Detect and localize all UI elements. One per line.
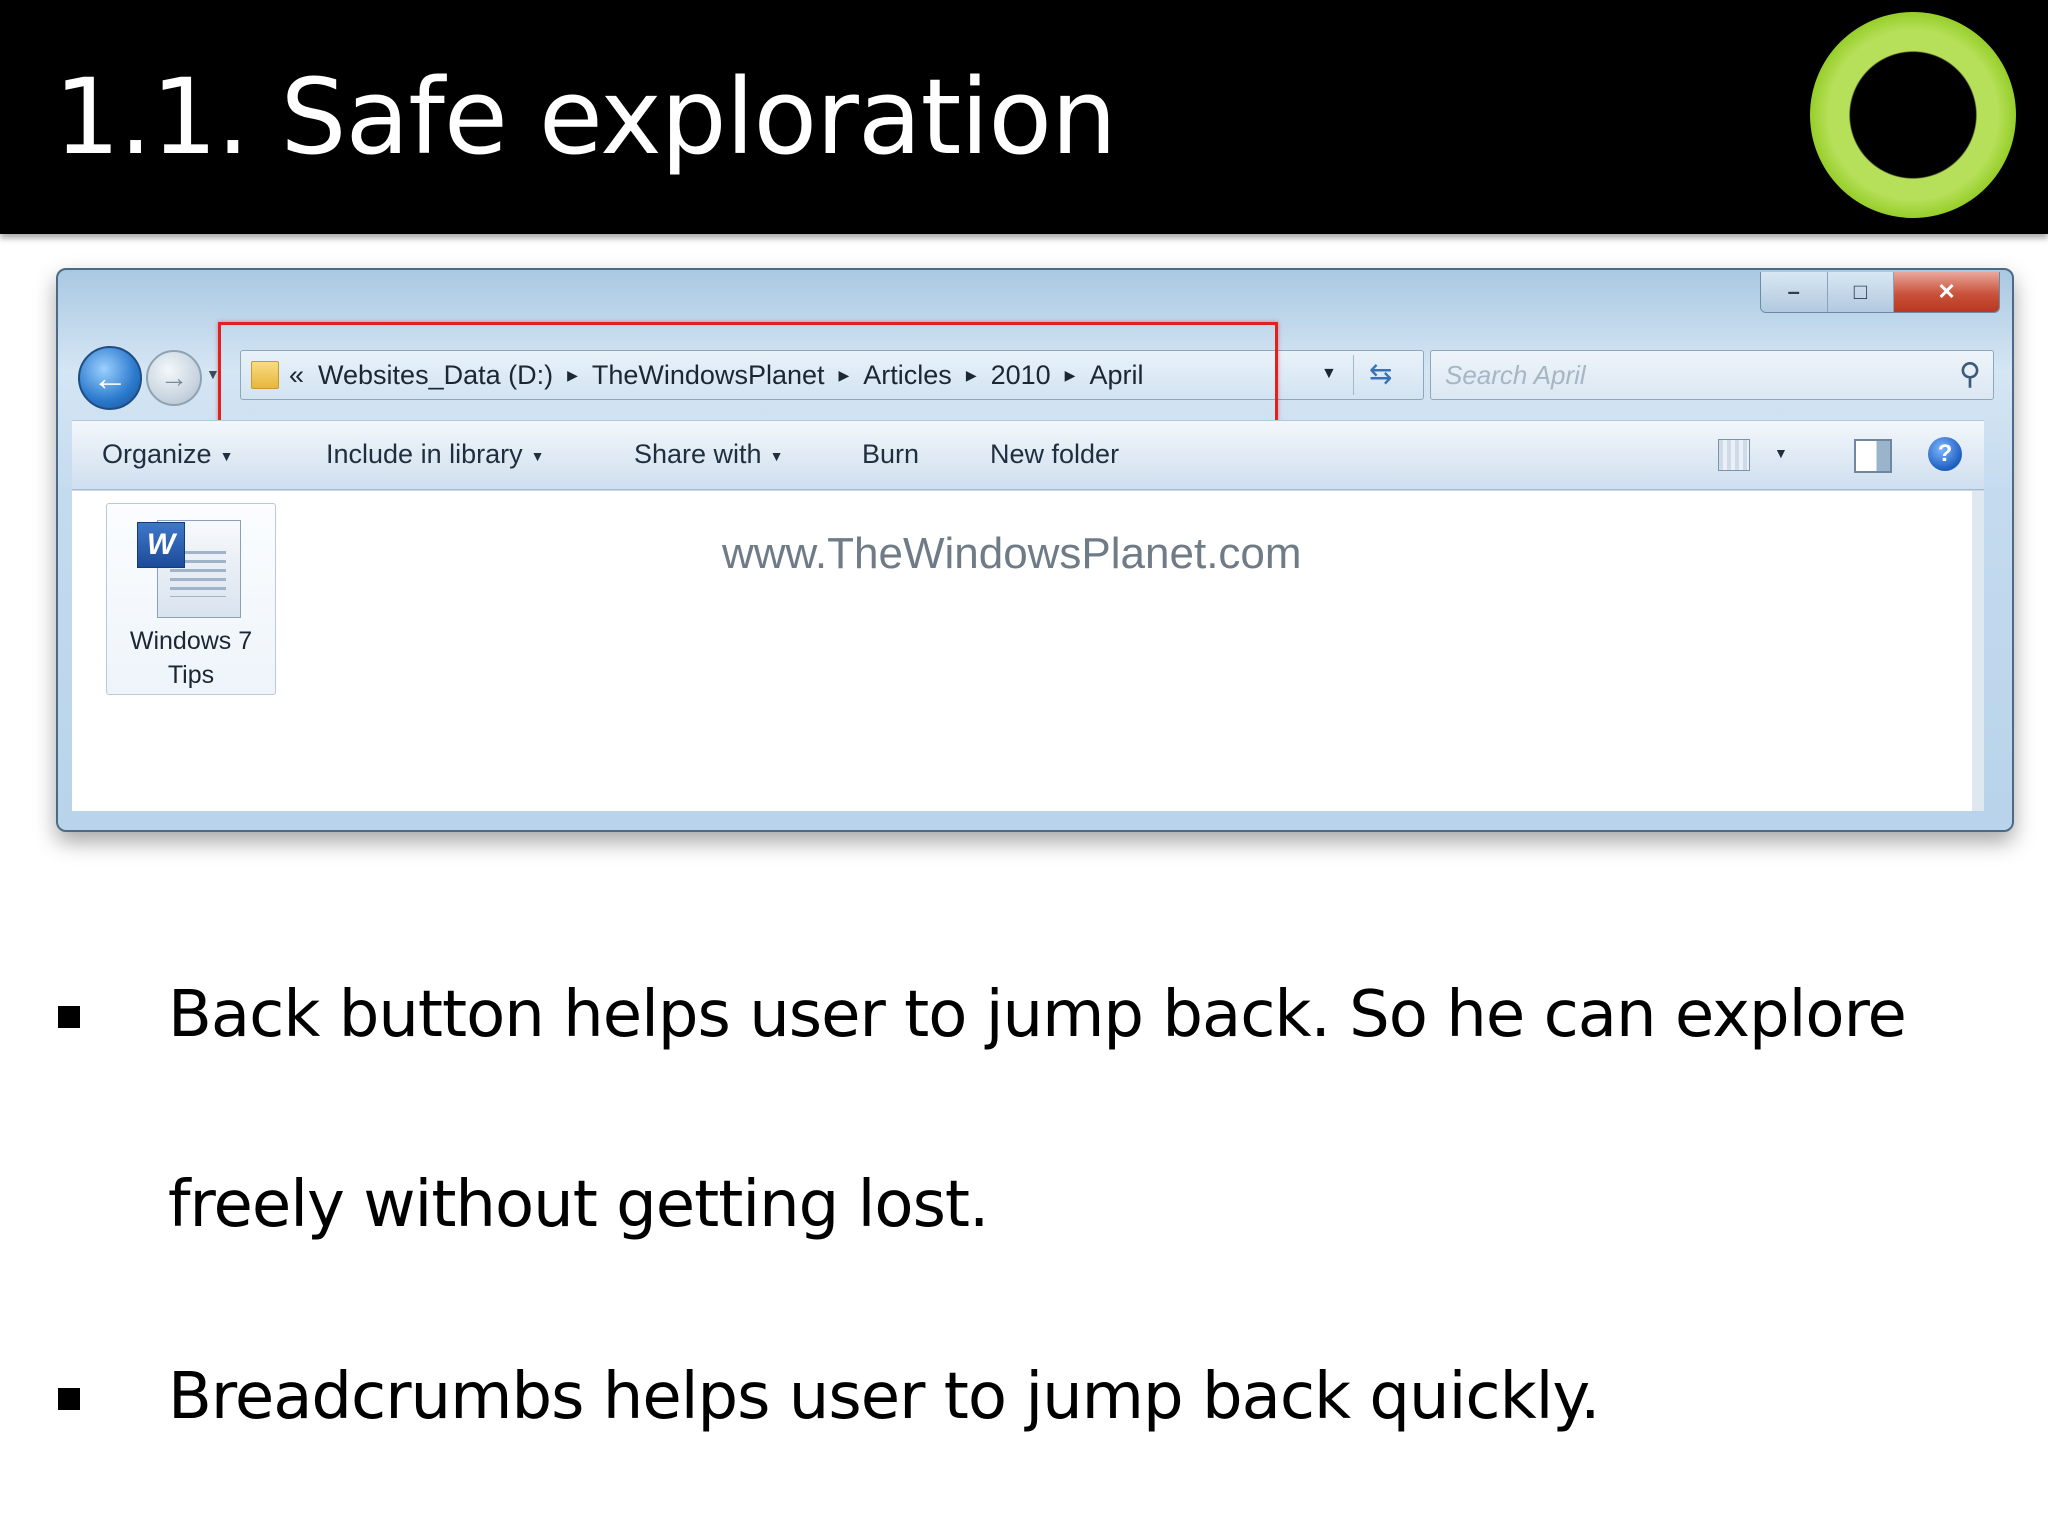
window-controls: – □ ✕ — [1760, 272, 2000, 313]
forward-button[interactable]: → — [146, 350, 202, 406]
forward-arrow-icon: → — [160, 362, 188, 393]
organize-menu[interactable]: Organize ▼ — [102, 439, 233, 470]
search-input[interactable]: Search April ⚲ — [1430, 350, 1994, 400]
chevron-down-icon: ▼ — [530, 447, 545, 464]
share-with-menu[interactable]: Share with ▼ — [634, 439, 783, 470]
word-logo-icon: W — [137, 522, 185, 568]
chevron-down-icon: ▼ — [769, 447, 784, 464]
preview-pane-icon[interactable] — [1854, 439, 1892, 473]
refresh-icon[interactable]: ⇆ — [1369, 357, 1392, 390]
minimize-button[interactable]: – — [1761, 272, 1828, 312]
address-divider — [1353, 355, 1354, 395]
explorer-window: – □ ✕ ← → ▼ « Websites_Data (D:) ▶ TheWi… — [56, 268, 2014, 832]
search-placeholder: Search April — [1445, 360, 1586, 390]
back-arrow-icon: ← — [92, 357, 128, 398]
burn-button[interactable]: Burn — [862, 439, 919, 470]
search-icon[interactable]: ⚲ — [1959, 357, 1981, 392]
bullet-square-icon — [58, 1388, 80, 1410]
share-with-label: Share with — [634, 439, 762, 469]
bullet-text: Back button helps user to jump back. So … — [168, 978, 1907, 1052]
include-in-library-label: Include in library — [326, 439, 523, 469]
command-bar: Organize ▼ Include in library ▼ Share with… — [72, 420, 1984, 490]
file-list-pane: W Windows 7 Tips www.TheWindowsPlanet.co… — [72, 490, 1984, 811]
watermark: www.TheWindowsPlanet.com — [722, 529, 1302, 578]
slide-title-bar: 1.1. Safe exploration — [0, 0, 2048, 234]
new-folder-button[interactable]: New folder — [990, 439, 1119, 470]
file-item[interactable]: W Windows 7 Tips — [106, 503, 276, 695]
help-icon[interactable]: ? — [1928, 437, 1962, 471]
bullet-text: Breadcrumbs helps user to jump back quic… — [168, 1360, 1600, 1434]
bullet-square-icon — [58, 1006, 80, 1028]
include-in-library-menu[interactable]: Include in library ▼ — [326, 439, 544, 470]
scrollbar[interactable] — [1972, 491, 1984, 811]
file-name: Windows 7 Tips — [107, 624, 275, 692]
slide-title: 1.1. Safe exploration — [54, 56, 1117, 178]
chevron-down-icon: ▼ — [219, 447, 234, 464]
change-view-icon[interactable] — [1718, 439, 1750, 471]
address-dropdown-icon[interactable]: ▼ — [1321, 365, 1337, 383]
close-button[interactable]: ✕ — [1894, 272, 1999, 312]
file-name-line: Windows 7 — [129, 627, 253, 655]
back-button[interactable]: ← — [78, 346, 142, 410]
view-dropdown-icon[interactable]: ▼ — [1774, 445, 1788, 461]
maximize-button[interactable]: □ — [1827, 272, 1895, 312]
organize-label: Organize — [102, 439, 212, 469]
bullet-text: freely without getting lost. — [168, 1168, 989, 1242]
file-name-line: Tips — [167, 661, 215, 689]
ring-logo-icon — [1810, 12, 2016, 218]
